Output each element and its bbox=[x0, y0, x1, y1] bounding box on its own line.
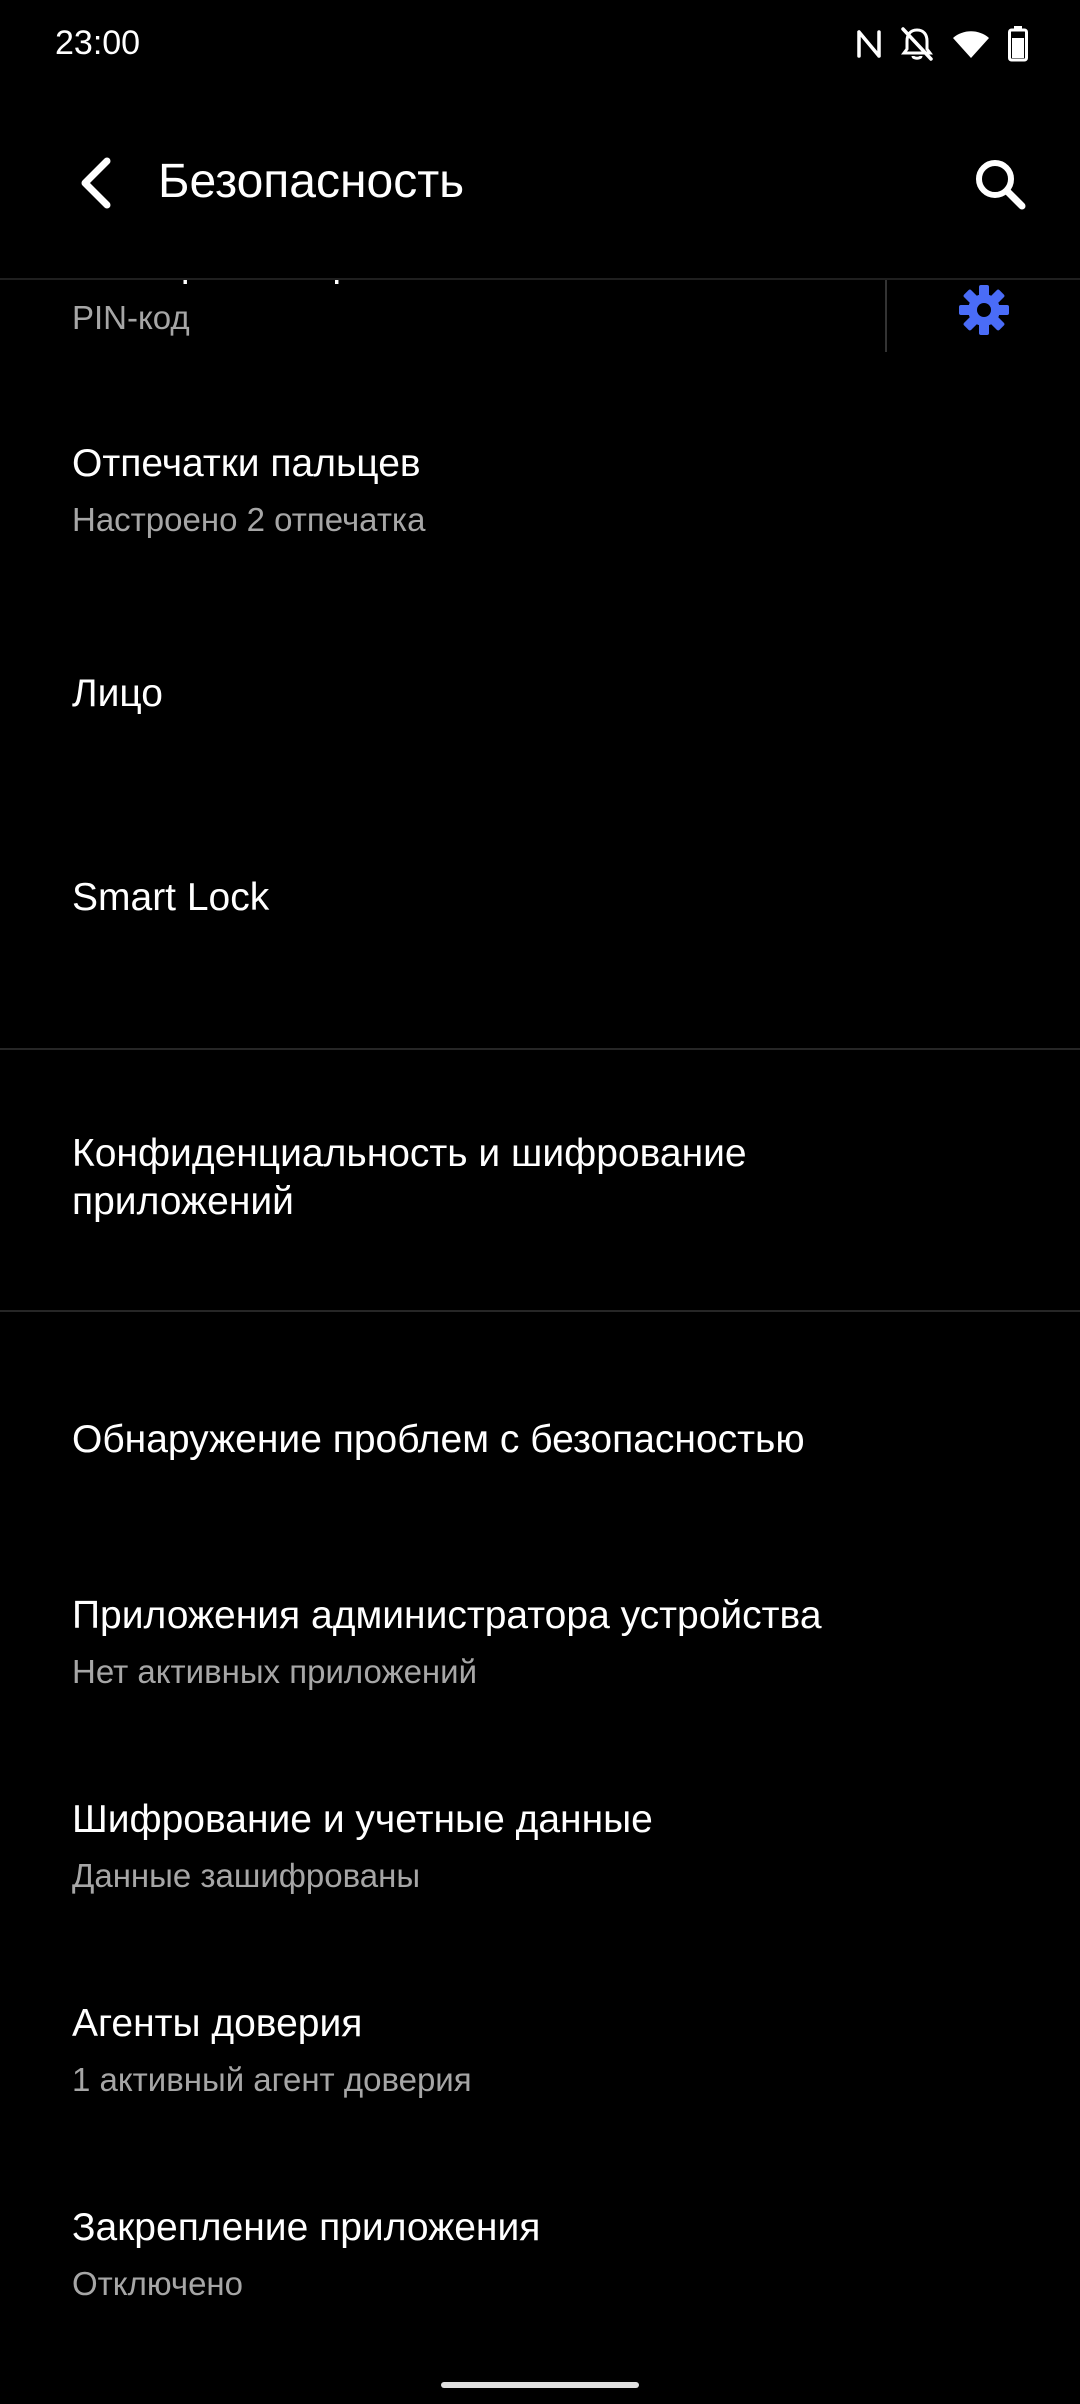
gesture-nav-handle[interactable] bbox=[441, 2382, 639, 2388]
item-title: Шифрование и учетные данные bbox=[72, 1798, 653, 1841]
status-time: 23:00 bbox=[55, 24, 141, 62]
section-divider bbox=[0, 1048, 1080, 1050]
search-button[interactable] bbox=[962, 148, 1038, 224]
item-title: Блокировка экрана bbox=[72, 280, 419, 288]
settings-list[interactable]: Блокировка экрана PIN-код bbox=[0, 280, 1080, 2350]
item-title: Агенты доверия bbox=[72, 2002, 363, 2045]
battery-icon bbox=[1008, 26, 1028, 62]
item-subtitle: Данные зашифрованы bbox=[72, 1857, 421, 1894]
item-subtitle: Отключено bbox=[72, 2265, 243, 2302]
list-item-encryption[interactable]: Шифрование и учетные данные Данные зашиф… bbox=[0, 1796, 1080, 1936]
section-divider bbox=[0, 1310, 1080, 1312]
status-icons bbox=[856, 24, 1028, 64]
list-item-app-pinning[interactable]: Закрепление приложения Отключено bbox=[0, 2204, 1080, 2344]
item-title: Отпечатки пальцев bbox=[72, 442, 421, 485]
list-item-screen-lock[interactable]: Блокировка экрана PIN-код bbox=[0, 280, 1080, 400]
app-bar: Безопасность bbox=[0, 90, 1080, 280]
arrow-back-icon bbox=[77, 157, 117, 214]
vertical-divider bbox=[885, 280, 887, 352]
item-title: Обнаружение проблем с безопасностью bbox=[72, 1418, 805, 1461]
wifi-icon bbox=[952, 28, 990, 60]
gear-icon bbox=[958, 284, 1010, 341]
item-subtitle: Нет активных приложений bbox=[72, 1653, 478, 1690]
search-icon bbox=[973, 157, 1027, 216]
item-title: Приложения администратора устройства bbox=[72, 1594, 822, 1637]
item-subtitle: 1 активный агент доверия bbox=[72, 2061, 472, 2098]
list-item-smart-lock[interactable]: Smart Lock bbox=[0, 874, 1080, 954]
item-title: Smart Lock bbox=[72, 876, 270, 919]
list-item-fingerprints[interactable]: Отпечатки пальцев Настроено 2 отпечатка bbox=[0, 440, 1080, 580]
list-item-device-admin[interactable]: Приложения администратора устройства Нет… bbox=[0, 1592, 1080, 1732]
page-title: Безопасность bbox=[158, 155, 465, 208]
item-title: Лицо bbox=[72, 672, 163, 715]
list-item-trust-agents[interactable]: Агенты доверия 1 активный агент доверия bbox=[0, 2000, 1080, 2140]
item-title: Конфиденциальность и шифрование приложен… bbox=[72, 1132, 747, 1223]
list-item-face[interactable]: Лицо bbox=[0, 670, 1080, 750]
notifications-off-icon bbox=[900, 26, 934, 62]
screen-lock-settings-button[interactable] bbox=[948, 280, 1020, 344]
item-subtitle: PIN-код bbox=[72, 299, 190, 336]
back-button[interactable] bbox=[62, 150, 132, 220]
nfc-icon bbox=[856, 27, 882, 61]
item-subtitle: Настроено 2 отпечатка bbox=[72, 501, 426, 538]
list-item-security-check[interactable]: Обнаружение проблем с безопасностью bbox=[0, 1416, 1080, 1496]
list-item-app-privacy[interactable]: Конфиденциальность и шифрование приложен… bbox=[0, 1130, 1080, 1240]
item-title: Закрепление приложения bbox=[72, 2206, 541, 2249]
status-bar: 23:00 bbox=[0, 0, 1080, 90]
